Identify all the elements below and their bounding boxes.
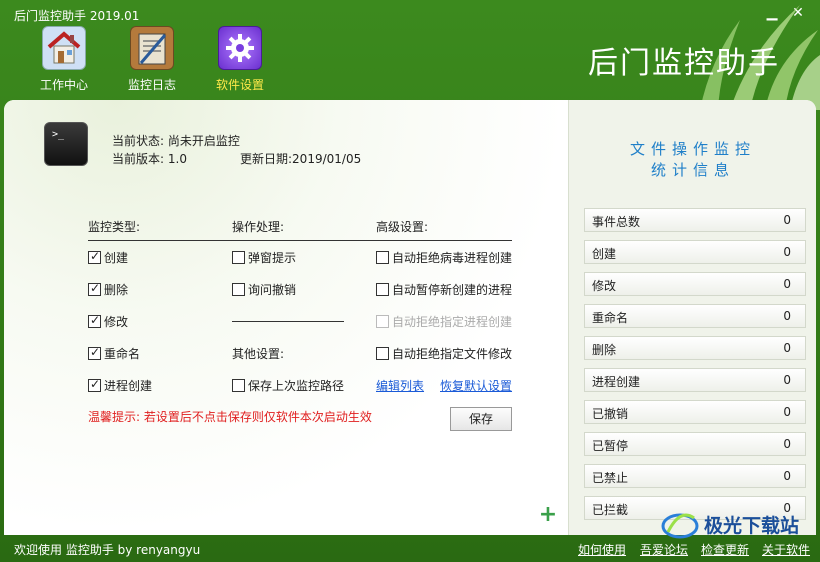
checkbox-create[interactable]: 创建 — [88, 249, 128, 266]
advanced-header: 高级设置: — [376, 220, 429, 234]
stats-panel: 文件操作监控 统计信息 事件总数 0 创建 0 修改 0 重命名 0 删除 0 进程创建 0… — [568, 100, 816, 535]
checkbox-ask-undo[interactable]: 询问撤销 — [232, 281, 296, 298]
monitor-type-header: 监控类型: — [88, 220, 141, 234]
checkbox-delete[interactable]: 删除 — [88, 281, 128, 298]
other-settings-header: 其他设置: — [232, 347, 285, 361]
save-button[interactable]: 保存 — [450, 407, 512, 431]
restore-defaults-link[interactable]: 恢复默认设置 — [440, 377, 512, 394]
stat-row: 已撤销 0 — [584, 400, 806, 424]
checkbox-pause-new-process[interactable]: 自动暂停新创建的进程 — [376, 281, 512, 298]
house-icon — [42, 26, 86, 70]
brand-title: 后门监控助手 — [588, 46, 780, 81]
checkbox-rename[interactable]: 重命名 — [88, 345, 140, 362]
terminal-icon: >_ — [44, 122, 88, 166]
current-version: 当前版本: 1.0 — [112, 152, 187, 166]
checkbox[interactable] — [88, 281, 101, 296]
checkbox[interactable] — [88, 345, 101, 360]
update-date: 更新日期:2019/01/05 — [240, 152, 362, 166]
current-state: 当前状态: 尚未开启监控 — [112, 134, 240, 148]
checkbox-popup-alert[interactable]: 弹窗提示 — [232, 249, 296, 266]
checkbox-save-last-path[interactable]: 保存上次监控路径 — [232, 377, 344, 394]
toolbar-label: 工作中心 — [39, 78, 88, 92]
stat-row: 重命名 0 — [584, 304, 806, 328]
checkbox[interactable] — [232, 283, 245, 296]
stat-row: 已禁止 0 — [584, 464, 806, 488]
checkbox-modify[interactable]: 修改 — [88, 313, 128, 330]
checkbox[interactable] — [376, 283, 389, 296]
checkbox-process-create[interactable]: 进程创建 — [88, 377, 152, 394]
aurora-logo-icon — [661, 513, 699, 539]
main-area: >_ 当前状态: 尚未开启监控 当前版本: 1.0 更新日期:2019/01/0… — [4, 100, 816, 535]
stats-title-line2: 统计信息 — [650, 161, 735, 179]
checkbox[interactable] — [88, 313, 101, 328]
checkbox[interactable] — [376, 251, 389, 264]
divider — [88, 240, 512, 241]
toolbar-label: 监控日志 — [127, 78, 176, 92]
checkbox[interactable] — [376, 347, 389, 360]
action-header: 操作处理: — [232, 220, 285, 234]
checkbox[interactable] — [88, 377, 101, 392]
edit-list-link[interactable]: 编辑列表 — [376, 377, 424, 394]
toolbar-label: 软件设置 — [215, 78, 264, 92]
toolbar-monitor-log[interactable]: 监控日志 — [116, 26, 188, 96]
checkbox-reject-specified-process: 自动拒绝指定进程创建 — [376, 313, 512, 330]
stat-row: 创建 0 — [584, 240, 806, 264]
log-clipboard-icon — [130, 26, 174, 70]
stat-row: 进程创建 0 — [584, 368, 806, 392]
divider — [232, 321, 344, 322]
checkbox[interactable] — [88, 249, 101, 264]
stat-row: 删除 0 — [584, 336, 806, 360]
stats-title-line1: 文件操作监控 — [629, 140, 756, 158]
checkbox — [376, 315, 389, 328]
checkbox-reject-file-modify[interactable]: 自动拒绝指定文件修改 — [376, 345, 512, 362]
settings-panel: >_ 当前状态: 尚未开启监控 当前版本: 1.0 更新日期:2019/01/0… — [4, 100, 568, 535]
watermark-text: 极光下载站 — [704, 514, 800, 537]
checkbox[interactable] — [232, 251, 245, 264]
watermark: 极光下载站 — [660, 504, 818, 544]
window-title: 后门监控助手 2019.01 — [14, 9, 140, 23]
checkbox[interactable] — [232, 379, 245, 392]
warning-text: 温馨提示: 若设置后不点击保存则仅软件本次启动生效 — [88, 410, 372, 424]
checkbox-reject-virus-process[interactable]: 自动拒绝病毒进程创建 — [376, 249, 512, 266]
how-to-use-link[interactable]: 如何使用 — [578, 541, 626, 558]
stat-row: 事件总数 0 — [584, 208, 806, 232]
plus-icon[interactable]: + — [538, 504, 558, 526]
toolbar-software-settings[interactable]: 软件设置 — [204, 26, 276, 96]
toolbar-work-center[interactable]: 工作中心 — [28, 26, 100, 96]
stat-row: 修改 0 — [584, 272, 806, 296]
stat-row: 已暂停 0 — [584, 432, 806, 456]
gear-icon — [218, 26, 262, 70]
welcome-text: 欢迎使用 监控助手 by renyangyu — [14, 543, 201, 557]
